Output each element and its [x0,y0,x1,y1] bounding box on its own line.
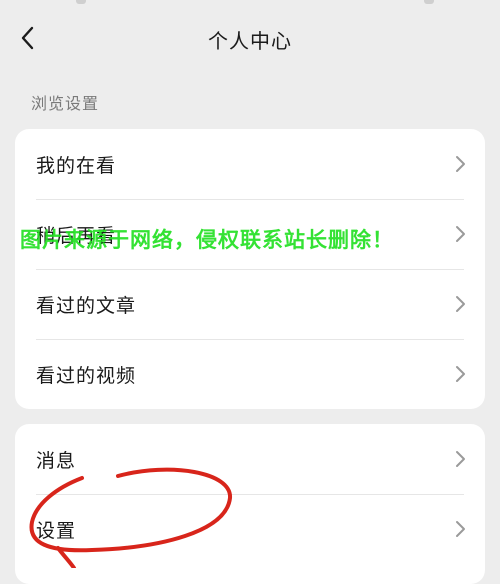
status-bar [0,0,500,6]
chevron-right-icon [456,521,465,537]
list-item-label: 看过的视频 [36,365,137,387]
list-item-label: 看过的文章 [36,295,137,317]
list-item-label: 设置 [36,520,77,542]
chevron-right-icon [456,156,465,172]
list-item-label: 消息 [36,450,77,472]
section-label-browse: 浏览设置 [31,94,100,113]
list-item-label: 我的在看 [36,155,117,177]
chevron-right-icon [456,366,465,382]
page-title: 个人中心 [208,29,292,53]
list-item-settings[interactable]: 设置 [15,494,485,564]
list-item-messages[interactable]: 消息 [15,424,485,494]
navigation-bar: 个人中心 [0,14,500,64]
list-item-watched-videos[interactable]: 看过的视频 [15,339,485,409]
chevron-right-icon [456,226,465,242]
status-icon [424,0,434,4]
list-item-label: 稍后再看 [36,225,117,247]
list-item-watch-later[interactable]: 稍后再看 [15,199,485,269]
status-icon [76,0,86,4]
chevron-right-icon [456,296,465,312]
browse-settings-card: 我的在看 稍后再看 看过的文章 看过的视频 [15,129,485,409]
list-item-read-articles[interactable]: 看过的文章 [15,269,485,339]
list-item-my-watching[interactable]: 我的在看 [15,129,485,199]
chevron-right-icon [456,451,465,467]
message-settings-card: 消息 设置 [15,424,485,584]
